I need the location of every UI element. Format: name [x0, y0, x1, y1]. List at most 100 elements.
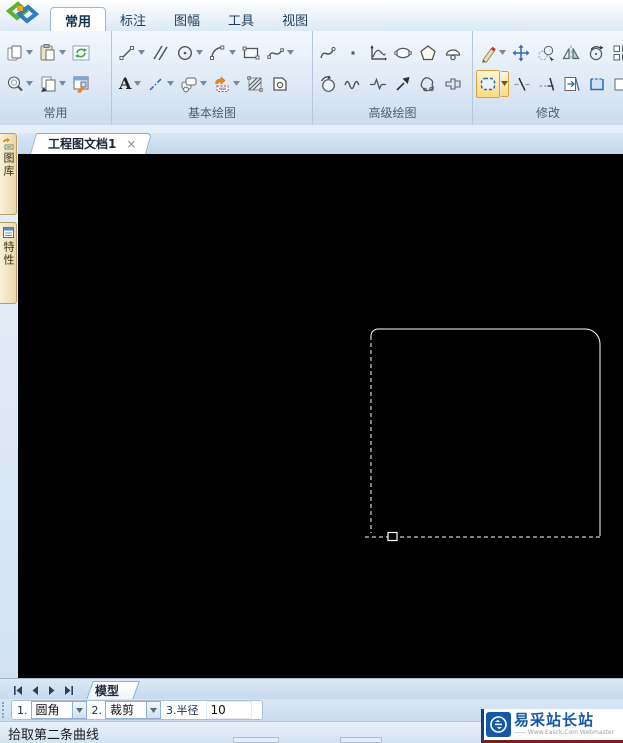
- hatch-button[interactable]: [243, 70, 267, 98]
- zoom-button[interactable]: [3, 70, 35, 98]
- profile-button[interactable]: [441, 39, 465, 67]
- delete-pencil-icon: [482, 46, 496, 63]
- ribbon-tab-bar: 常用 标注 图幅 工具 视图: [0, 0, 623, 32]
- close-document-icon[interactable]: ×: [126, 137, 136, 151]
- trim-mode-combobox[interactable]: 裁剪: [105, 701, 161, 719]
- zigzag-line-icon: [370, 77, 386, 90]
- dropdown-arrow-icon: [25, 81, 33, 86]
- circle-button[interactable]: [173, 39, 205, 67]
- status-cell: [233, 737, 279, 743]
- redraw-button[interactable]: [69, 70, 93, 98]
- tab-sheet[interactable]: 图幅: [160, 7, 214, 31]
- tab-annotate[interactable]: 标注: [106, 7, 160, 31]
- pan-sheet-icon: [41, 76, 56, 92]
- group-label-common: 常用: [43, 106, 68, 120]
- caxa-cad-window: 常用 标注 图幅 工具 视图 常用 A 基本绘图 高级绘图 修改 图库 特性 工…: [0, 0, 623, 743]
- polygon-button[interactable]: [416, 39, 440, 67]
- arrow-button[interactable]: [391, 70, 415, 98]
- pan-button[interactable]: [36, 70, 68, 98]
- watermark-logo-icon: [486, 712, 511, 737]
- point-button[interactable]: [341, 39, 365, 67]
- trim-button[interactable]: [510, 70, 534, 98]
- fill-button[interactable]: [268, 70, 292, 98]
- rectangle-button[interactable]: [239, 39, 263, 67]
- ellipse-button[interactable]: [391, 39, 415, 67]
- model-sheet-tab[interactable]: 模型: [86, 681, 140, 700]
- dropdown-arrow-icon: [228, 50, 236, 55]
- document-tab[interactable]: 工程图文档1 ×: [30, 133, 153, 154]
- copy-entities-icon: [538, 45, 554, 62]
- fillet-mode-combobox[interactable]: 圆角: [30, 701, 87, 719]
- copy-entities-button[interactable]: [534, 39, 558, 67]
- first-sheet-button[interactable]: [10, 683, 25, 698]
- next-sheet-button[interactable]: [44, 683, 59, 698]
- tab-common[interactable]: 常用: [50, 7, 107, 31]
- spline-icon: [267, 47, 284, 59]
- rotate-button[interactable]: [584, 39, 608, 67]
- arc-fit-button[interactable]: [316, 70, 340, 98]
- detail-view-icon: [215, 75, 229, 92]
- app-logo-icon[interactable]: [4, 1, 40, 28]
- toolbar-grip-handle[interactable]: [2, 702, 9, 718]
- ribbon: 常用 A 基本绘图 高级绘图 修改: [0, 31, 623, 126]
- formula-curve-button[interactable]: [366, 39, 390, 67]
- fillet-dropdown-button[interactable]: [501, 70, 509, 97]
- group-common: 常用: [0, 31, 112, 125]
- watermark-title: 易采站长站: [514, 711, 595, 729]
- ribbon-tabs: 常用 标注 图幅 工具 视图: [50, 7, 322, 31]
- dropdown-arrow-icon: [137, 50, 145, 55]
- paste-button[interactable]: [36, 39, 68, 67]
- tab-view[interactable]: 视图: [268, 7, 322, 31]
- curve-icon: [320, 46, 336, 58]
- sidebar-tab-properties[interactable]: 特性: [0, 222, 17, 304]
- edge-align-button[interactable]: [560, 70, 584, 98]
- array-button[interactable]: [609, 39, 623, 67]
- arc-fit-icon: [321, 74, 335, 92]
- watermark-subtitle: —— Www.Easck.Com Webmaster: [514, 729, 615, 736]
- drawing-canvas[interactable]: [18, 154, 623, 678]
- drawing-entities: [365, 328, 601, 542]
- block-button[interactable]: [177, 70, 209, 98]
- text-tool-icon: A: [119, 73, 132, 93]
- pick-box-cursor[interactable]: [387, 531, 398, 542]
- centerline-button[interactable]: [144, 70, 176, 98]
- dropdown-arrow-icon: [150, 707, 157, 713]
- last-sheet-button[interactable]: [61, 683, 76, 698]
- watermark-text: 易采站长站 —— Www.Easck.Com Webmaster: [514, 713, 614, 736]
- dropdown-arrow-icon: [232, 81, 240, 86]
- shaft-button[interactable]: [441, 70, 465, 98]
- detail-view-button[interactable]: [210, 70, 242, 98]
- radius-input[interactable]: 10: [205, 701, 252, 719]
- arc-button[interactable]: [206, 39, 238, 67]
- sidebar-tab-library-label: 图库: [2, 152, 15, 178]
- contour-button[interactable]: [416, 70, 440, 98]
- watermark-badge: 易采站长站 —— Www.Easck.Com Webmaster: [481, 709, 623, 743]
- spline-button[interactable]: [264, 39, 296, 67]
- wavy-line-button[interactable]: [341, 70, 365, 98]
- trim-mode-dropdown-button[interactable]: [146, 702, 160, 718]
- curve-button[interactable]: [316, 39, 340, 67]
- parallel-line-button[interactable]: [148, 39, 172, 67]
- fillet-button[interactable]: [476, 69, 500, 98]
- stretch-button[interactable]: [585, 70, 609, 98]
- line-button[interactable]: [115, 39, 147, 67]
- trim-icon: [514, 77, 530, 91]
- scale-button[interactable]: [610, 70, 623, 98]
- copy-button[interactable]: [3, 39, 35, 67]
- zigzag-line-button[interactable]: [366, 70, 390, 98]
- move-button[interactable]: [509, 39, 533, 67]
- ole-refresh-button[interactable]: [69, 39, 93, 67]
- mirror-button[interactable]: [559, 39, 583, 67]
- text-button[interactable]: A: [115, 70, 143, 98]
- dropdown-arrow-icon: [133, 81, 141, 86]
- group-label-advanced-draw: 高级绘图: [368, 106, 417, 120]
- redraw-window-icon: [73, 76, 89, 93]
- radius-label: 3.半径: [166, 704, 199, 717]
- extend-button[interactable]: [535, 70, 559, 98]
- sidebar-tab-library[interactable]: 图库: [0, 133, 17, 215]
- prev-sheet-button[interactable]: [27, 683, 42, 698]
- tab-tools[interactable]: 工具: [214, 7, 268, 31]
- delete-button[interactable]: [476, 39, 508, 67]
- fillet-mode-dropdown-button[interactable]: [71, 702, 86, 718]
- magnifier-icon: [8, 76, 23, 91]
